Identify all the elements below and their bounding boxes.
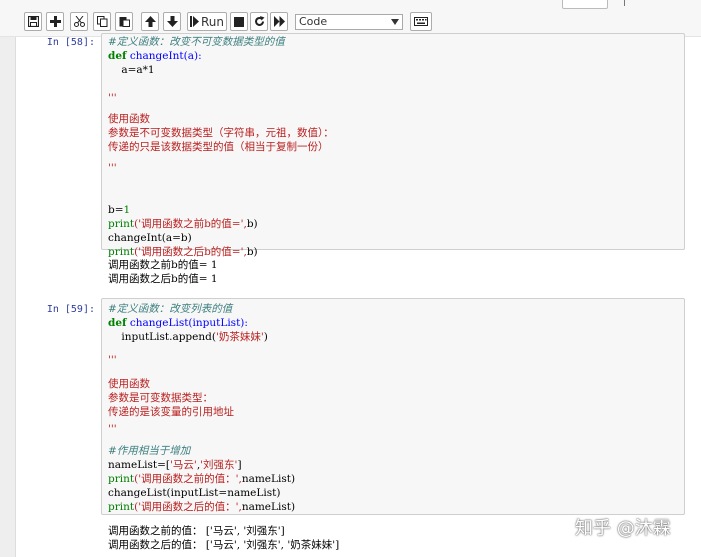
- number-literal: 1: [123, 204, 131, 216]
- docstring-line: 传递的是该变量的引用地址: [108, 406, 234, 418]
- save-button[interactable]: [24, 12, 42, 31]
- output-line: 调用函数之前b的值= 1: [108, 259, 218, 271]
- fast-forward-icon: [273, 16, 285, 27]
- code-text: b): [246, 246, 258, 258]
- run-icon: [189, 16, 199, 27]
- code-text: inputList.append(: [108, 331, 216, 343]
- restart-run-all-button[interactable]: [270, 12, 288, 31]
- code-text: nameList=[: [108, 459, 171, 471]
- docstring-delimiter: ''': [108, 162, 117, 174]
- code-editor[interactable]: #定义函数：改变列表的值 def changeList(inputList): i…: [108, 302, 295, 514]
- code-text: nameList): [241, 501, 296, 513]
- move-up-icon: [144, 16, 156, 27]
- string-literal: ('调用函数之前的值：',: [134, 473, 242, 485]
- string-literal: '奶茶妹妹': [215, 331, 264, 343]
- code-text: b=: [108, 204, 124, 216]
- copy-button[interactable]: [93, 12, 111, 31]
- code-editor[interactable]: #定义函数：改变不可变数据类型的值 def changeInt(a): a=a*1…: [108, 35, 334, 259]
- save-icon: [27, 16, 39, 27]
- code-comment: #作用相当于增加: [108, 445, 191, 457]
- code-text: ]: [237, 459, 242, 471]
- docstring-line: 参数是可变数据类型：: [108, 392, 213, 404]
- output-line: 调用函数之后的值： ['马云', '刘强东', '奶茶妹妹']: [108, 539, 340, 551]
- move-down-icon: [166, 16, 178, 27]
- cut-button[interactable]: [70, 12, 88, 31]
- docstring-line: 参数是不可变数据类型（字符串，元祖，数值）：: [108, 127, 334, 139]
- paste-icon: [119, 17, 130, 27]
- add-icon: [49, 16, 61, 27]
- docstring-delimiter: ''': [108, 354, 117, 366]
- chevron-down-icon: [391, 19, 399, 25]
- docstring-delimiter: ''': [108, 423, 117, 435]
- string-literal: '马云': [170, 459, 197, 471]
- paste-button[interactable]: [115, 12, 133, 31]
- output-line: 调用函数之后b的值= 1: [108, 273, 218, 285]
- watermark: 知乎 @沐霖: [575, 518, 671, 539]
- cut-icon: [73, 16, 85, 27]
- kernel-indicator-box: [562, 0, 608, 9]
- keyword-def: def: [108, 50, 127, 62]
- function-signature: changeList(inputList):: [126, 317, 248, 329]
- code-comment: #定义函数：改变不可变数据类型的值: [108, 36, 285, 48]
- builtin-print: print: [108, 218, 135, 230]
- run-button[interactable]: Run: [187, 12, 227, 31]
- code-line: a=a*1: [108, 64, 155, 76]
- move-down-button[interactable]: [163, 12, 181, 31]
- interrupt-button[interactable]: [230, 12, 248, 31]
- docstring-line: 使用函数: [108, 113, 150, 125]
- run-label: Run: [200, 14, 224, 29]
- cell-type-value: Code: [299, 15, 328, 28]
- insert-cell-button[interactable]: [46, 12, 64, 31]
- builtin-print: print: [108, 473, 135, 485]
- keyboard-icon: [414, 17, 428, 26]
- code-line: changeList(inputList=nameList): [108, 487, 281, 499]
- restart-button[interactable]: [250, 12, 268, 31]
- output-line: 调用函数之前的值： ['马云', '刘强东']: [108, 525, 285, 537]
- stop-icon: [234, 16, 244, 27]
- cell-output: 调用函数之前b的值= 1 调用函数之后b的值= 1: [108, 258, 218, 286]
- copy-icon: [96, 16, 107, 27]
- docstring-delimiter: ''': [108, 92, 117, 104]
- code-text: ): [263, 331, 268, 343]
- code-text: b): [246, 218, 258, 230]
- code-text: nameList): [241, 473, 296, 485]
- top-menu-strip: [0, 0, 701, 9]
- docstring-line: 使用函数: [108, 378, 150, 390]
- builtin-print: print: [108, 501, 135, 513]
- builtin-print: print: [108, 246, 135, 258]
- divider: [624, 0, 625, 6]
- docstring-line: 传递的只是该数据类型的值（相当于复制一份）: [108, 141, 329, 153]
- restart-icon: [254, 16, 264, 26]
- move-up-button[interactable]: [141, 12, 159, 31]
- string-literal: ('调用函数之前b的值=',: [134, 218, 247, 230]
- code-line: changeInt(a=b): [108, 232, 192, 244]
- command-palette-button[interactable]: [410, 12, 432, 31]
- input-prompt: In [59]:: [46, 304, 95, 315]
- cell-output: 调用函数之前的值： ['马云', '刘强东'] 调用函数之后的值： ['马云', …: [108, 524, 339, 552]
- cell-type-select[interactable]: Code: [295, 14, 403, 30]
- string-literal: '刘强东': [200, 459, 238, 471]
- input-prompt: In [58]:: [46, 37, 95, 48]
- keyword-def: def: [108, 317, 127, 329]
- code-comment: #定义函数：改变列表的值: [108, 303, 233, 315]
- function-signature: changeInt(a):: [126, 50, 202, 62]
- string-literal: ('调用函数之后b的值=',: [134, 246, 247, 258]
- string-literal: ('调用函数之后的值：',: [134, 501, 242, 513]
